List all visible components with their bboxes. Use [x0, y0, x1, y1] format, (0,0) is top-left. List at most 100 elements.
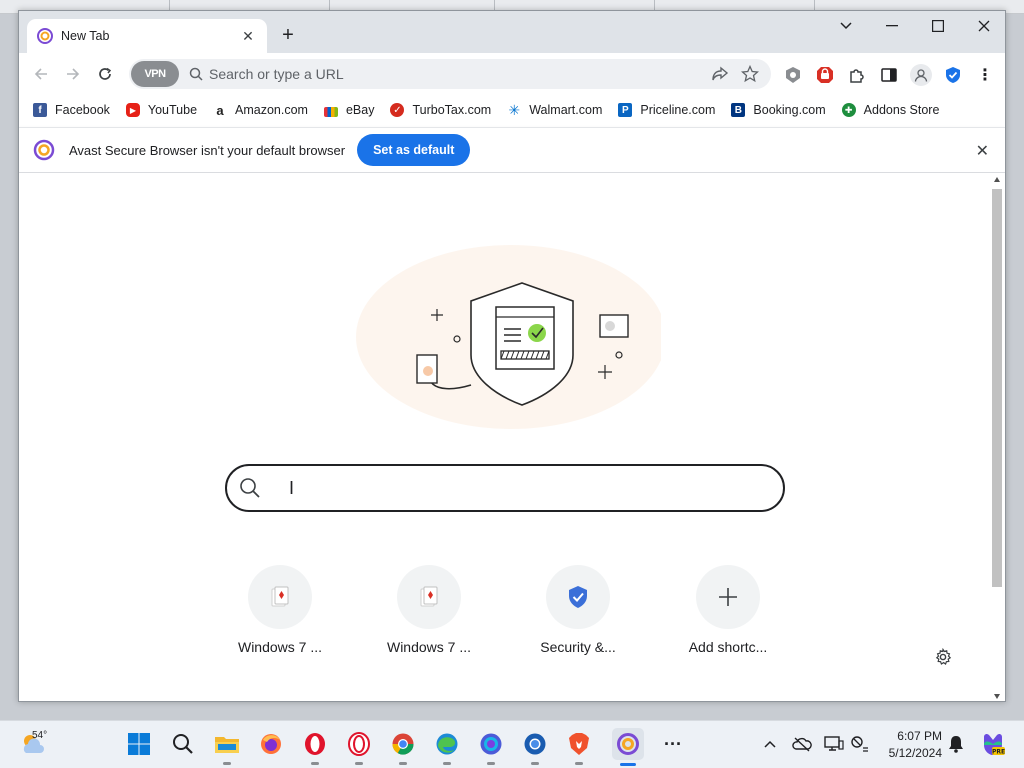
new-tab-button[interactable]: + — [277, 25, 299, 47]
file-explorer-icon[interactable] — [212, 729, 242, 765]
avast-logo-icon — [33, 139, 55, 161]
cards-icon — [271, 586, 289, 607]
side-panel-icon[interactable] — [878, 64, 900, 86]
show-hidden-icons-icon[interactable] — [758, 729, 782, 759]
new-tab-page: I Windows 7 ... Windows 7 ... Security &… — [19, 173, 1005, 701]
bookmark-walmart[interactable]: ✳ Walmart.com — [507, 102, 603, 118]
address-input[interactable] — [209, 66, 669, 82]
forward-icon[interactable] — [57, 58, 89, 90]
search-icon — [240, 478, 260, 498]
bookmark-label: Addons Store — [863, 103, 940, 117]
search-icon — [189, 67, 203, 81]
adblock-extension-icon[interactable] — [814, 64, 836, 86]
page-search-box[interactable]: I — [225, 464, 785, 512]
bookmark-label: eBay — [345, 103, 375, 117]
vpn-button[interactable]: VPN — [131, 61, 179, 87]
shortcut-icon-circle — [546, 565, 610, 629]
tab-close-icon[interactable]: ✕ — [239, 28, 257, 45]
turbotax-icon: ✓ — [390, 103, 405, 117]
security-shield-illustration — [356, 245, 661, 429]
windows-start-icon[interactable] — [124, 729, 154, 759]
bookmark-priceline[interactable]: P Priceline.com — [618, 103, 715, 117]
scroll-thumb[interactable] — [992, 189, 1002, 587]
shortcut-label: Add shortc... — [688, 639, 768, 655]
infobar-close-icon[interactable]: ✕ — [976, 141, 989, 161]
opera-gx-icon[interactable] — [344, 729, 374, 765]
cards-icon — [420, 586, 438, 607]
onedrive-offline-icon[interactable] — [790, 729, 814, 759]
bookmark-turbotax[interactable]: ✓ TurboTax.com — [390, 103, 491, 117]
shortcut-tile[interactable]: Windows 7 ... — [374, 565, 484, 655]
scrollbar[interactable] — [991, 177, 1003, 699]
minimize-icon[interactable] — [869, 11, 915, 41]
bookmark-booking[interactable]: B Booking.com — [731, 103, 826, 117]
display-icon[interactable] — [822, 729, 846, 759]
chrome-icon[interactable] — [388, 729, 418, 765]
set-as-default-button[interactable]: Set as default — [357, 134, 471, 166]
reload-icon[interactable] — [89, 58, 121, 90]
bookmark-youtube[interactable]: ▶ YouTube — [125, 103, 198, 117]
vpn-label: VPN — [144, 68, 166, 80]
network-icon[interactable] — [848, 729, 872, 759]
menu-kebab-icon[interactable]: ⋮ — [974, 64, 996, 86]
customize-gear-icon[interactable] — [929, 643, 957, 671]
ebay-icon — [323, 107, 338, 117]
extensions-puzzle-icon[interactable] — [846, 64, 868, 86]
firefox-icon[interactable] — [256, 729, 286, 759]
share-icon[interactable] — [711, 66, 729, 82]
bookmark-amazon[interactable]: a Amazon.com — [213, 103, 308, 118]
facebook-icon: f — [33, 103, 47, 117]
youtube-icon: ▶ — [125, 103, 140, 117]
bookmark-star-icon[interactable] — [741, 65, 759, 83]
bookmark-facebook[interactable]: f Facebook — [33, 103, 110, 117]
toolbar: VPN ⋮ — [19, 53, 1005, 95]
shield-icon — [569, 586, 587, 608]
page-search-input[interactable] — [275, 479, 755, 497]
bookmark-label: Walmart.com — [529, 103, 603, 117]
tab-new-tab[interactable]: New Tab ✕ — [27, 19, 267, 53]
system-clock[interactable]: 6:07 PM 5/12/2024 — [880, 728, 942, 762]
brave-icon[interactable] — [564, 729, 594, 765]
copilot-preview-icon[interactable]: PRE — [978, 729, 1008, 759]
maximize-icon[interactable] — [915, 11, 961, 41]
shortcut-tile[interactable]: Windows 7 ... — [225, 565, 335, 655]
avast-secure-browser-taskbar-icon[interactable] — [612, 728, 644, 766]
chromium-icon[interactable] — [520, 729, 550, 765]
browser-app-icon[interactable] — [476, 729, 506, 765]
more-apps-icon[interactable]: ··· — [658, 729, 688, 759]
running-indicator — [223, 762, 231, 765]
bookmark-ebay[interactable]: eBay — [323, 103, 375, 117]
scroll-down-icon[interactable] — [994, 694, 1000, 699]
security-shield-icon[interactable] — [942, 64, 964, 86]
address-bar[interactable]: VPN — [129, 59, 771, 89]
tab-title: New Tab — [61, 29, 110, 43]
running-indicator — [531, 762, 539, 765]
running-indicator — [443, 762, 451, 765]
bookmark-addons-store[interactable]: ✚ Addons Store — [841, 103, 940, 117]
close-window-icon[interactable] — [961, 11, 1005, 41]
booking-icon: B — [731, 103, 746, 117]
shortcut-label: Windows 7 ... — [237, 639, 323, 655]
add-shortcut-tile[interactable]: Add shortc... — [673, 565, 783, 655]
privacy-extension-icon[interactable] — [782, 64, 804, 86]
amazon-icon: a — [213, 103, 228, 118]
scroll-up-icon[interactable] — [994, 177, 1000, 182]
opera-icon[interactable] — [300, 729, 330, 765]
running-indicator — [355, 762, 363, 765]
back-icon[interactable] — [25, 58, 57, 90]
avast-browser-icon — [37, 28, 53, 44]
bookmark-label: YouTube — [147, 103, 198, 117]
running-indicator — [311, 762, 319, 765]
notification-bell-icon[interactable] — [944, 729, 968, 759]
addons-store-icon: ✚ — [841, 103, 856, 117]
shortcut-label: Windows 7 ... — [386, 639, 472, 655]
bookmark-label: TurboTax.com — [412, 103, 492, 117]
shortcut-tile[interactable]: Security &... — [523, 565, 633, 655]
bookmarks-bar: f Facebook ▶ YouTube a Amazon.com eBay ✓… — [19, 95, 1005, 125]
profile-avatar-icon[interactable] — [910, 64, 932, 86]
taskbar-search-icon[interactable] — [168, 729, 198, 759]
bookmark-label: Booking.com — [753, 103, 826, 117]
edge-icon[interactable] — [432, 729, 462, 765]
tab-search-icon[interactable] — [823, 11, 869, 41]
plus-icon — [719, 588, 737, 606]
